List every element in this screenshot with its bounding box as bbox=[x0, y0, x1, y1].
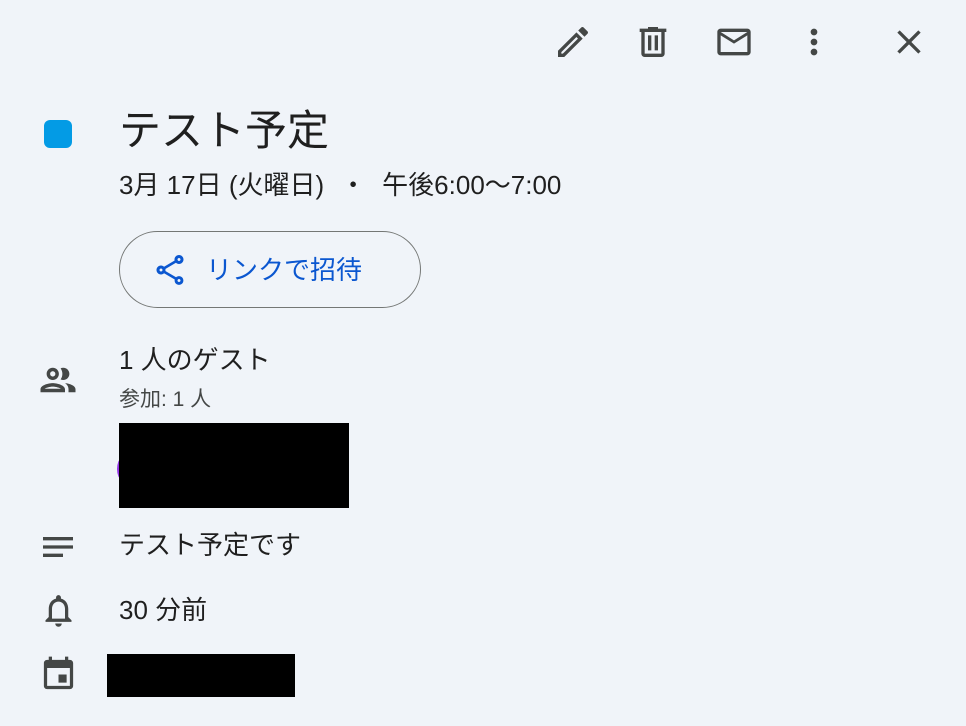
delete-button[interactable] bbox=[629, 18, 677, 66]
notes-icon bbox=[43, 537, 73, 557]
more-vert-icon bbox=[810, 28, 818, 56]
people-icon bbox=[40, 367, 76, 393]
calendar-icon bbox=[43, 656, 74, 690]
share-icon bbox=[156, 254, 184, 285]
guests-attendance: 参加: 1 人 bbox=[119, 388, 212, 411]
redacted-guest-entry bbox=[119, 423, 349, 508]
mail-icon bbox=[717, 28, 751, 56]
more-options-button[interactable] bbox=[790, 18, 838, 66]
event-time: 午後6:00〜7:00 bbox=[382, 170, 562, 200]
close-button[interactable] bbox=[885, 18, 933, 66]
invite-button-label: リンクで招待 bbox=[206, 254, 363, 285]
reminder-text: 30 分前 bbox=[119, 595, 208, 625]
event-datetime: 3月 17日 (火曜日) ・午後6:00〜7:00 bbox=[119, 169, 561, 201]
event-description: テスト予定です bbox=[119, 530, 302, 560]
redacted-calendar-name bbox=[107, 654, 295, 697]
bell-icon bbox=[45, 595, 72, 627]
datetime-separator: ・ bbox=[340, 170, 367, 200]
edit-button[interactable] bbox=[549, 18, 597, 66]
delete-icon bbox=[639, 27, 667, 57]
invite-via-link-button[interactable]: リンクで招待 bbox=[119, 231, 421, 308]
close-icon bbox=[897, 30, 921, 54]
guests-summary[interactable]: 1 人のゲスト bbox=[119, 344, 271, 376]
event-color-square bbox=[44, 120, 72, 148]
edit-icon bbox=[558, 27, 589, 57]
event-title: テスト予定 bbox=[119, 107, 330, 154]
event-date: 3月 17日 (火曜日) bbox=[119, 170, 325, 200]
email-guests-button[interactable] bbox=[710, 18, 758, 66]
